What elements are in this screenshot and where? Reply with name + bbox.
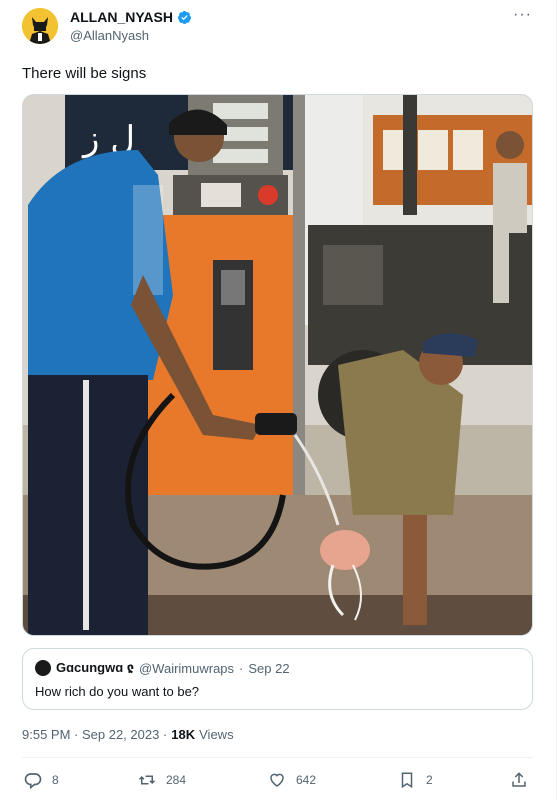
divider — [22, 757, 533, 758]
more-options-icon[interactable]: ··· — [513, 6, 532, 24]
tweet-timestamp[interactable]: 9:55 PM · Sep 22, 2023 · — [22, 727, 167, 742]
quoted-author-handle: @Wairimuwraps — [138, 660, 235, 676]
quoted-author-name: Gɑcungwɑ ჺ — [56, 660, 134, 675]
views-count[interactable]: 18K — [171, 727, 195, 742]
quoted-date: Sep 22 — [248, 660, 290, 676]
reply-icon — [24, 773, 42, 789]
author-avatar[interactable] — [22, 8, 58, 44]
bookmark-button[interactable]: 2 — [398, 768, 433, 792]
heart-icon — [270, 773, 284, 787]
share-button[interactable] — [510, 768, 528, 792]
quoted-tweet-header: Gɑcungwɑ ჺ @Wairimuwraps · Sep 22 — [35, 660, 290, 676]
quoted-tweet-text: How rich do you want to be? — [35, 684, 200, 699]
quoted-author-avatar — [35, 660, 51, 676]
tweet-meta: 9:55 PM · Sep 22, 2023 · 18K Views — [22, 727, 234, 742]
share-icon — [512, 772, 526, 787]
bookmark-icon — [401, 772, 413, 789]
quoted-separator: · — [239, 660, 244, 676]
quoted-tweet[interactable]: Gɑcungwɑ ჺ @Wairimuwraps · Sep 22 How ri… — [22, 648, 533, 710]
retweet-icon — [138, 775, 156, 785]
author-display-name[interactable]: ALLAN_NYASH — [70, 9, 173, 25]
like-button[interactable]: 642 — [268, 768, 316, 792]
retweet-button[interactable]: 284 — [138, 768, 186, 792]
action-bar: 8 284 642 2 — [22, 768, 533, 792]
like-count: 642 — [296, 773, 317, 787]
reply-count: 8 — [52, 773, 59, 787]
author-handle[interactable]: @AllanNyash — [70, 28, 149, 43]
tweet-photo[interactable]: ﻝ ﺯ — [22, 94, 533, 636]
tweet-card: ALLAN_NYASH @AllanNyash ··· There will b… — [0, 0, 557, 800]
tweet-text: There will be signs — [22, 65, 147, 82]
author-name-row[interactable]: ALLAN_NYASH — [70, 9, 192, 25]
photo-image: ﻝ ﺯ — [23, 95, 532, 635]
bookmark-count: 2 — [426, 773, 433, 787]
retweet-count: 284 — [166, 773, 187, 787]
reply-button[interactable]: 8 — [24, 768, 59, 792]
views-label: Views — [199, 727, 234, 742]
verified-badge-icon — [177, 10, 192, 24]
